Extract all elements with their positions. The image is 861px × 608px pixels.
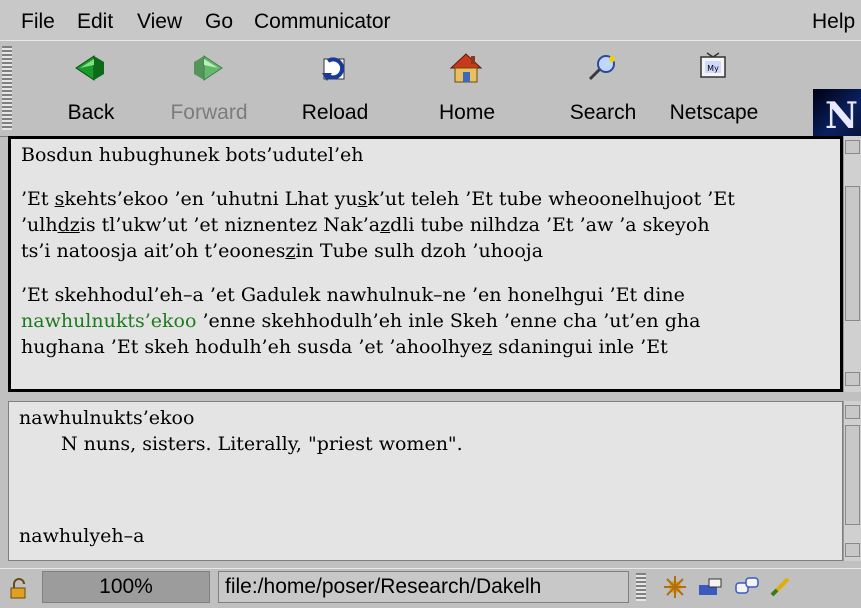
back-button[interactable]: Back [42, 41, 140, 135]
toolbar-grip[interactable] [2, 46, 12, 130]
scroll-up-arrow[interactable] [845, 140, 860, 154]
discussion-groups-icon[interactable] [734, 575, 760, 599]
paragraph-1: ’Et skehts’ekoo ’en ’uhutni Lhat yusk’ut… [21, 188, 735, 262]
back-arrow-icon [75, 55, 104, 81]
definition-frame: nawhulnukts’ekoo N nuns, sisters. Litera… [8, 401, 843, 561]
scroll-thumb[interactable] [845, 186, 860, 321]
definition-text: nawhulnukts’ekoo N nuns, sisters. Litera… [9, 402, 842, 552]
home-button[interactable]: Home [418, 41, 516, 135]
definition-headword: nawhulnukts’ekoo [19, 407, 195, 429]
reload-button[interactable]: Reload [286, 41, 384, 135]
reload-label: Reload [301, 101, 369, 124]
menu-edit[interactable]: Edit [77, 10, 113, 34]
navigation-toolbar: Back Forward Reload Home Search My Netsc… [0, 40, 861, 147]
document-frame: Bosdun hubughunek bots’udutel’eh ’Et ske… [8, 136, 843, 392]
menu-help[interactable]: Help [812, 10, 855, 34]
document-scrollbar[interactable] [843, 136, 861, 392]
forward-button[interactable]: Forward [160, 41, 258, 135]
my-netscape-button[interactable]: My Netscape [665, 41, 763, 135]
scroll-down-arrow[interactable] [845, 543, 860, 557]
menu-view[interactable]: View [137, 10, 182, 34]
navigator-icon[interactable] [662, 575, 688, 599]
scroll-up-arrow[interactable] [845, 405, 860, 419]
back-label: Back [67, 101, 115, 124]
search-button[interactable]: Search [554, 41, 652, 135]
reload-icon [322, 57, 345, 81]
definition-gloss: N nuns, sisters. Literally, "priest wome… [61, 433, 463, 455]
component-bar-grip[interactable] [636, 573, 646, 601]
menu-communicator[interactable]: Communicator [254, 10, 391, 34]
forward-label: Forward [170, 101, 248, 124]
scroll-thumb[interactable] [845, 425, 860, 525]
mail-icon[interactable] [697, 575, 723, 599]
menu-go[interactable]: Go [205, 10, 233, 34]
composer-icon[interactable] [768, 575, 794, 599]
document-text: Bosdun hubughunek bots’udutel’eh ’Et ske… [11, 139, 840, 381]
forward-arrow-icon [194, 55, 223, 81]
status-url: file:/home/poser/Research/Dakelh [218, 571, 629, 603]
definition-scrollbar[interactable] [843, 401, 861, 561]
menu-bar: File Edit View Go Communicator Help [0, 0, 861, 40]
menu-file[interactable]: File [21, 10, 55, 34]
search-label: Search [569, 101, 637, 124]
document-title-line: Bosdun hubughunek bots’udutel’eh [21, 144, 364, 166]
netscape-label: Netscape [669, 101, 759, 124]
home-label: Home [438, 101, 496, 124]
word-link-nawhulnukts-ekoo[interactable]: nawhulnukts’ekoo [21, 310, 196, 332]
security-lock-icon[interactable] [8, 578, 30, 600]
definition-headword: nawhulyeh–a [19, 525, 145, 547]
paragraph-2: ’Et skehhodul’eh–a ’et Gadulek nawhulnuk… [21, 284, 701, 358]
home-icon [449, 53, 483, 83]
my-netscape-icon: My [700, 52, 726, 78]
progress-indicator: 100% [42, 571, 210, 603]
search-icon [588, 55, 615, 81]
svg-text:My: My [707, 64, 719, 73]
scroll-down-arrow[interactable] [845, 372, 860, 386]
